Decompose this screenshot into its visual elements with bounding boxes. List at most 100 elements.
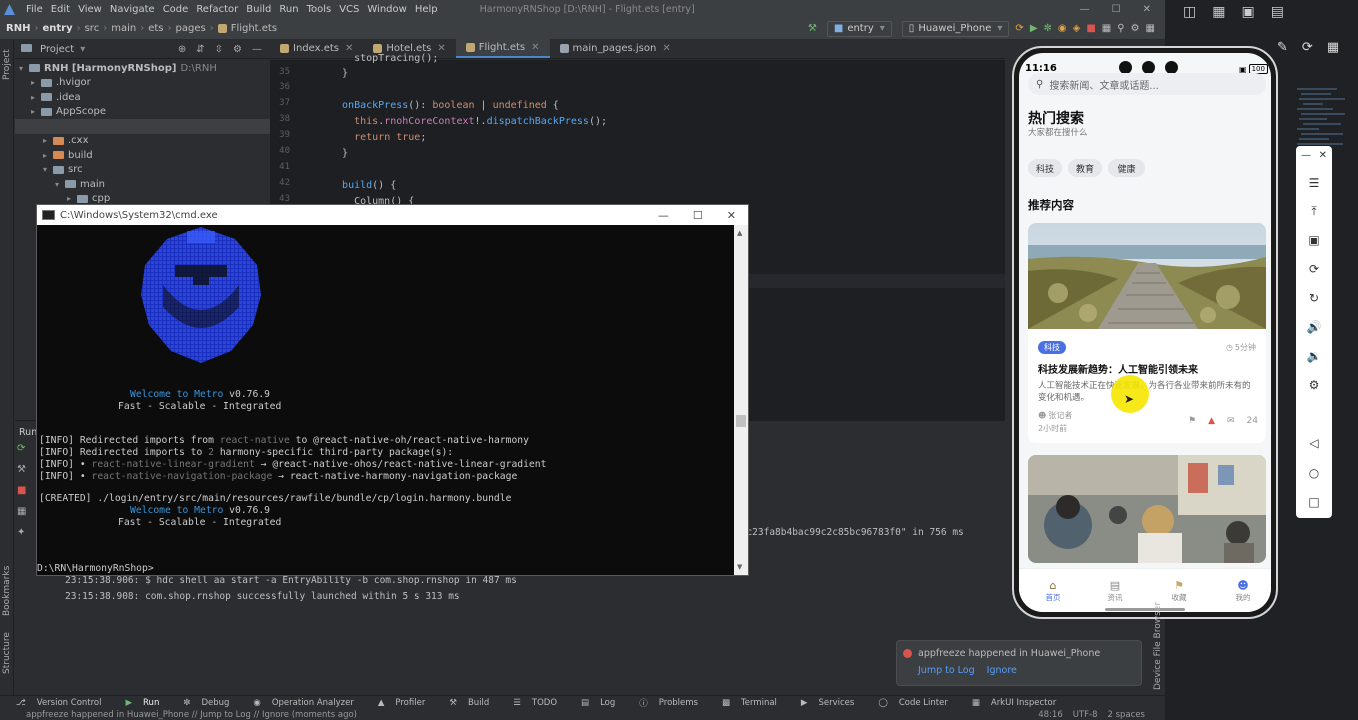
- volume-down-icon[interactable]: 🔉: [1296, 349, 1332, 363]
- menu-build[interactable]: Build: [246, 4, 271, 15]
- menu-tools[interactable]: Tools: [307, 4, 332, 15]
- tree-node[interactable]: ▸ build: [43, 148, 93, 162]
- pen-icon[interactable]: ✎: [1277, 40, 1288, 55]
- chevron-right-icon[interactable]: ▸: [67, 194, 77, 203]
- rotate-icon[interactable]: ⟳: [1296, 262, 1332, 276]
- chevron-down-icon[interactable]: ▾: [19, 64, 29, 73]
- menu-file[interactable]: File: [26, 4, 43, 15]
- tool-arkui-inspector[interactable]: ▦ ArkUI Inspector: [964, 698, 1060, 708]
- close-button[interactable]: ✕: [727, 209, 736, 222]
- hide-icon[interactable]: —: [252, 44, 262, 55]
- fold-icon[interactable]: ⚙: [1296, 378, 1332, 392]
- menu-refactor[interactable]: Refactor: [196, 4, 238, 15]
- minimize-button[interactable]: —: [658, 209, 669, 222]
- tool-code-linter[interactable]: ◯ Code Linter: [870, 698, 952, 708]
- tool-version-control[interactable]: ⎇ Version Control: [8, 698, 105, 708]
- expand-icon[interactable]: ⇳: [215, 44, 223, 55]
- locate-icon[interactable]: ⊕: [178, 44, 186, 55]
- tool-terminal[interactable]: ▩ Terminal: [714, 698, 781, 708]
- menu-code[interactable]: Code: [163, 4, 189, 15]
- profile-icon[interactable]: ◉: [1058, 23, 1067, 34]
- chip-tech[interactable]: 科技: [1028, 159, 1062, 177]
- layout-icon[interactable]: ▦: [17, 506, 26, 517]
- pin-icon[interactable]: ✦: [17, 527, 26, 538]
- rerun-icon[interactable]: ⟳: [17, 443, 26, 454]
- nav-news[interactable]: ▤ 资讯: [1103, 579, 1127, 603]
- attach-icon[interactable]: ◈: [1073, 23, 1081, 34]
- chevron-down-icon[interactable]: ▾: [55, 180, 65, 189]
- structure-tool-label[interactable]: Structure: [2, 632, 12, 674]
- tool-debug[interactable]: ✼ Debug: [175, 698, 233, 708]
- crop-icon[interactable]: ▣: [1296, 233, 1332, 247]
- breadcrumb-pages[interactable]: pages: [176, 23, 206, 34]
- collapse-icon[interactable]: ⇵: [196, 44, 204, 55]
- rotate-screen-icon[interactable]: ↻: [1296, 291, 1332, 305]
- tree-node[interactable]: ▾ main: [55, 177, 105, 191]
- project-tool-label[interactable]: Project: [2, 49, 12, 80]
- maximize-button[interactable]: ☐: [1112, 4, 1121, 15]
- breadcrumb-entry[interactable]: entry: [42, 23, 72, 34]
- settings-icon[interactable]: ⚙: [1131, 23, 1140, 34]
- menu-edit[interactable]: Edit: [51, 4, 70, 15]
- bookmark-icon[interactable]: ⚑: [1188, 416, 1196, 426]
- phone-screen[interactable]: 11:16 ▣ 100 ⚲ 搜索新闻、文章或话题... 热门搜索 大家都在搜什么…: [1019, 53, 1271, 612]
- cmd-scrollbar[interactable]: ▲ ▼: [734, 225, 748, 575]
- chart-icon[interactable]: ▦: [1327, 40, 1339, 55]
- status-message[interactable]: appfreeze happened in Huawei_Phone // Ju…: [26, 710, 357, 720]
- tab-main-pages[interactable]: main_pages.json ✕: [550, 39, 681, 58]
- nav-profile[interactable]: ☻ 我的: [1231, 579, 1255, 603]
- chevron-right-icon[interactable]: ▸: [31, 107, 41, 116]
- tool-profiler[interactable]: ▲ Profiler: [370, 698, 429, 708]
- module-selector[interactable]: ■ entry ▾: [826, 20, 892, 37]
- minimize-button[interactable]: —: [1301, 150, 1311, 161]
- debug-icon[interactable]: ✼: [1044, 23, 1052, 34]
- file-encoding[interactable]: UTF-8: [1073, 710, 1098, 720]
- bookmarks-tool-label[interactable]: Bookmarks: [2, 566, 12, 616]
- nav-favorites[interactable]: ⚑ 收藏: [1167, 579, 1191, 603]
- breadcrumb-src[interactable]: src: [85, 23, 100, 34]
- transform-icon[interactable]: ⟳: [1302, 40, 1313, 55]
- split-bottom-icon[interactable]: ▤: [1271, 4, 1284, 20]
- home-button-icon[interactable]: ○: [1296, 466, 1332, 480]
- menu-navigate[interactable]: Navigate: [110, 4, 155, 15]
- share-icon[interactable]: ▲: [1208, 416, 1215, 426]
- split-right-icon[interactable]: ▣: [1241, 4, 1254, 20]
- device-selector[interactable]: ▯ Huawei_Phone ▾: [901, 20, 1010, 37]
- device-file-browser-label[interactable]: Device File Browser: [1153, 602, 1163, 690]
- cmd-output[interactable]: Welcome to Metro v0.76.9 Fast - Scalable…: [37, 225, 734, 575]
- tool-problems[interactable]: ⓘ Problems: [631, 697, 702, 709]
- panel-icon[interactable]: ◫: [1183, 4, 1196, 20]
- menu-help[interactable]: Help: [415, 4, 438, 15]
- phone-search-bar[interactable]: ⚲ 搜索新闻、文章或话题...: [1028, 73, 1266, 95]
- menu-vcs[interactable]: VCS: [339, 4, 359, 15]
- tool-log[interactable]: ▤ Log: [573, 698, 619, 708]
- menu-window[interactable]: Window: [367, 4, 406, 15]
- tool-todo[interactable]: ☰ TODO: [505, 698, 561, 708]
- layout-icon[interactable]: ▦: [1146, 23, 1155, 34]
- search-icon[interactable]: ⚲: [1117, 23, 1124, 34]
- recents-icon[interactable]: □: [1296, 495, 1332, 509]
- chevron-right-icon[interactable]: ▸: [43, 151, 53, 160]
- project-view-selector[interactable]: Project: [40, 44, 74, 55]
- article-card[interactable]: 科技 ◷ 5分钟 科技发展新趋势：人工智能引领未来 人工智能技术正在快速发展，为各…: [1028, 223, 1266, 443]
- menu-icon[interactable]: ☰: [1296, 176, 1332, 190]
- run-icon[interactable]: ▶: [1030, 23, 1038, 34]
- back-icon[interactable]: ◁: [1296, 436, 1332, 450]
- close-button[interactable]: ✕: [1143, 4, 1151, 15]
- menu-view[interactable]: View: [78, 4, 102, 15]
- breadcrumb-root[interactable]: RNH: [6, 23, 30, 34]
- cmd-window[interactable]: C:\Windows\System32\cmd.exe — ☐ ✕ Welcom…: [36, 204, 749, 576]
- tree-node[interactable]: ▾ src: [43, 163, 83, 177]
- tool-operation-analyzer[interactable]: ◉ Operation Analyzer: [245, 698, 357, 708]
- breadcrumb-main[interactable]: main: [111, 23, 136, 34]
- gear-icon[interactable]: ⚙: [233, 44, 242, 55]
- comment-icon[interactable]: ✉: [1227, 416, 1235, 426]
- hammer-icon[interactable]: ⚒: [808, 23, 817, 34]
- nav-home[interactable]: ⌂ 首页: [1041, 579, 1065, 603]
- split-icon[interactable]: ▦: [1212, 4, 1225, 20]
- chip-health[interactable]: 健康: [1108, 159, 1145, 177]
- chevron-right-icon[interactable]: ▸: [31, 93, 41, 102]
- tool-services[interactable]: ▶ Services: [793, 698, 858, 708]
- close-button[interactable]: ✕: [1319, 150, 1327, 161]
- scroll-thumb[interactable]: [736, 415, 746, 427]
